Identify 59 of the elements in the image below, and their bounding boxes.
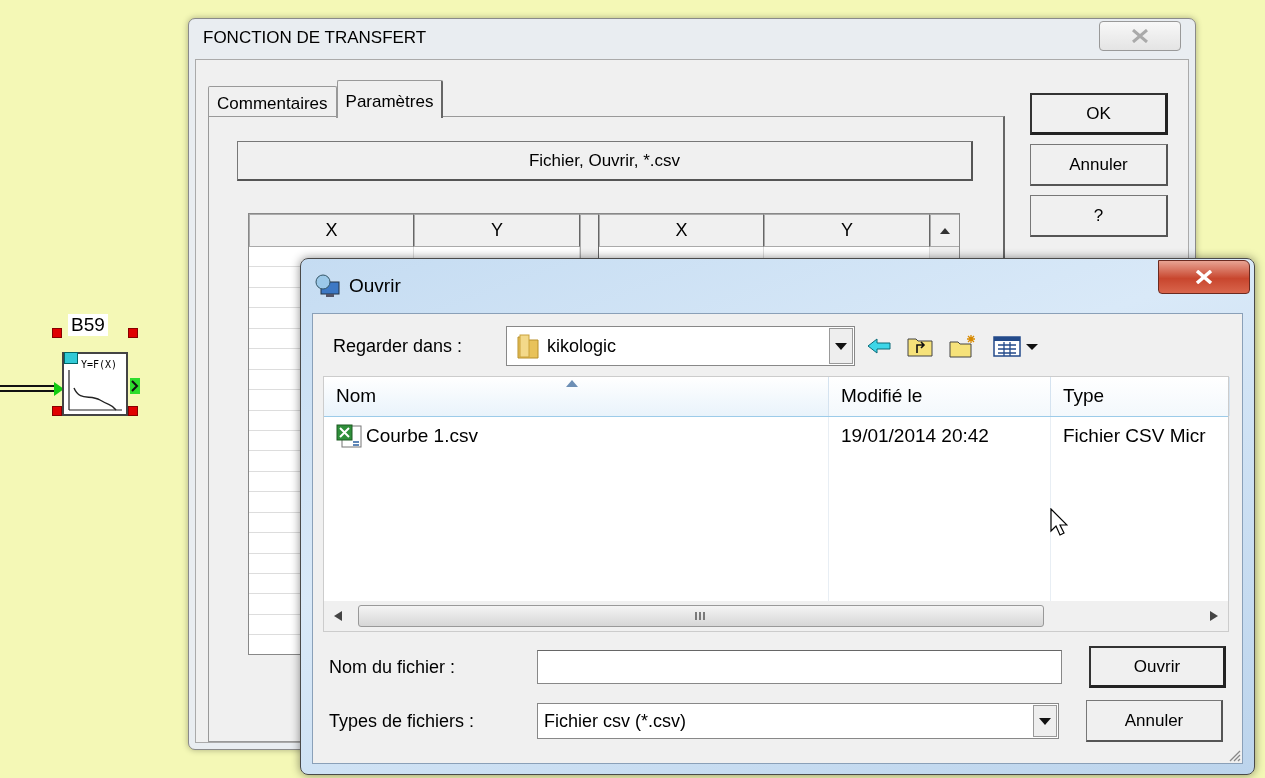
computer-icon	[315, 274, 341, 298]
scroll-up-button[interactable]	[930, 214, 959, 247]
look-in-label: Regarder dans :	[333, 334, 463, 358]
new-folder-icon[interactable]	[949, 334, 978, 358]
selection-handle[interactable]	[52, 328, 62, 338]
column-header: Y	[414, 214, 580, 247]
file-type-dropdown[interactable]: Fichier csv (*.csv)	[537, 703, 1059, 739]
modified-date: 19/01/2014 20:42	[840, 423, 990, 448]
folder-dropdown[interactable]: kikologic	[506, 326, 856, 366]
back-arrow-icon[interactable]	[867, 338, 892, 354]
column-header[interactable]: Nom	[324, 377, 829, 416]
column-header: X	[599, 214, 764, 247]
ok-button[interactable]: OK	[1030, 93, 1168, 135]
resize-grip-icon[interactable]	[1227, 748, 1241, 762]
dropdown-caret-icon	[1039, 717, 1051, 725]
scroll-up-icon	[940, 227, 950, 234]
close-icon	[1131, 29, 1149, 43]
folder-icon	[517, 333, 540, 359]
open-file-button[interactable]: Fichier, Ouvrir, *.csv	[237, 141, 973, 181]
close-icon	[1195, 270, 1213, 284]
cursor-icon	[1050, 508, 1068, 536]
close-button[interactable]	[1158, 260, 1250, 294]
file-type-label: Types de fichiers :	[329, 709, 476, 733]
dropdown-caret-icon	[835, 342, 848, 350]
spreadsheet-file-icon[interactable]	[336, 424, 362, 448]
function-block[interactable]: Y=F(X)	[62, 352, 128, 416]
cancel-button[interactable]: Annuler	[1030, 144, 1168, 186]
column-header: X	[249, 214, 414, 247]
open-button[interactable]: Ouvrir	[1089, 646, 1226, 688]
help-button[interactable]: ?	[1030, 195, 1168, 237]
cancel-button[interactable]: Annuler	[1086, 700, 1223, 742]
selection-handle[interactable]	[128, 406, 138, 416]
column-header[interactable]: Type	[1051, 377, 1230, 416]
file-name[interactable]: Courbe 1.csv	[366, 421, 478, 451]
file-name-label: Nom du fichier :	[329, 655, 457, 679]
connector-line	[0, 382, 64, 396]
tab[interactable]: Paramètres	[336, 80, 444, 118]
tab[interactable]: Commentaires	[208, 86, 337, 118]
scroll-left-icon[interactable]	[334, 611, 342, 621]
window-title: Ouvrir	[349, 273, 401, 298]
output-port-icon	[130, 378, 140, 394]
scroll-thumb[interactable]	[358, 605, 1044, 627]
block-label: B59	[68, 314, 108, 336]
function-label: Y=F(X)	[81, 359, 118, 371]
selection-handle[interactable]	[128, 328, 138, 338]
selection-handle[interactable]	[52, 406, 62, 416]
curve-icon	[66, 368, 124, 412]
folder-name: kikologic	[547, 334, 617, 358]
grip-icon	[694, 611, 706, 621]
horizontal-scrollbar[interactable]	[324, 601, 1228, 631]
scroll-right-icon[interactable]	[1210, 611, 1218, 621]
file-type: Fichier CSV Micr	[1062, 423, 1207, 448]
column-header[interactable]: Modifié le	[829, 377, 1051, 416]
column-header: Y	[764, 214, 930, 247]
file-name-field[interactable]	[537, 650, 1062, 684]
up-folder-icon[interactable]	[907, 335, 934, 357]
window-title: FONCTION DE TRANSFERT	[203, 27, 427, 50]
view-menu-icon[interactable]	[993, 335, 1040, 357]
input-icon	[64, 352, 78, 364]
